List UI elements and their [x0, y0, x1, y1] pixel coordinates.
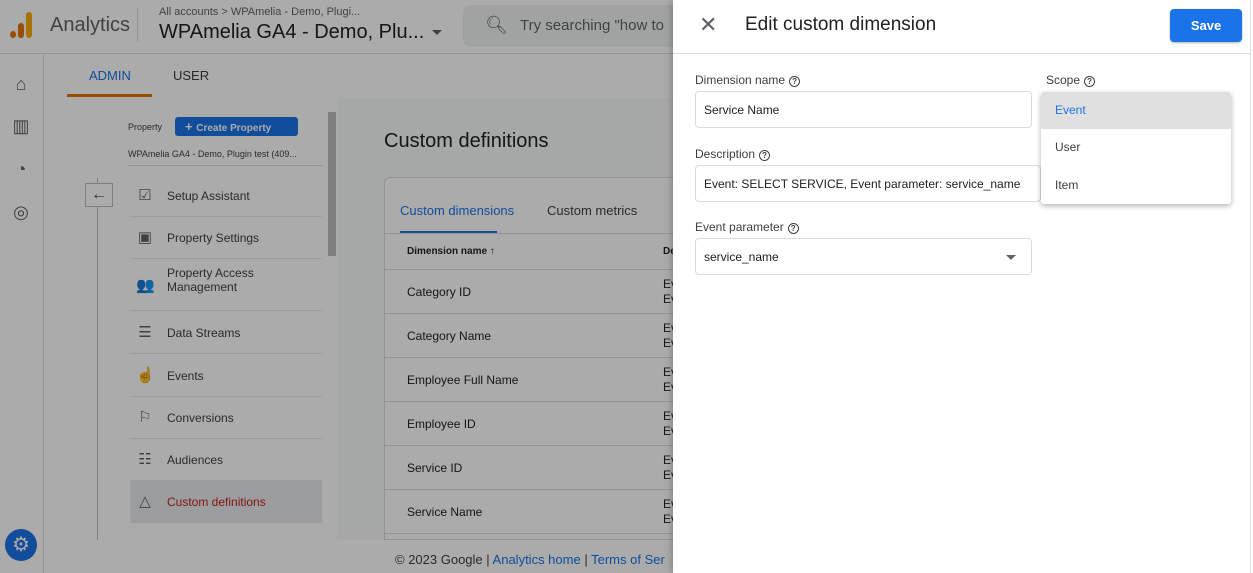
help-icon[interactable]: ?: [759, 150, 771, 161]
description-input[interactable]: Event: SELECT SERVICE, Event parameter: …: [695, 165, 1041, 202]
scope-option-item[interactable]: Item: [1041, 167, 1231, 204]
chevron-down-icon: [1006, 255, 1016, 260]
event-parameter-select[interactable]: service_name: [695, 238, 1032, 275]
scope-option-user[interactable]: User: [1041, 129, 1231, 166]
drawer-header: ✕ Edit custom dimension Save: [673, 0, 1250, 54]
dimension-name-input[interactable]: Service Name: [695, 91, 1032, 128]
scope-dropdown-menu: Event User Item: [1041, 92, 1231, 204]
close-icon[interactable]: ✕: [699, 12, 717, 38]
drawer-title: Edit custom dimension: [745, 14, 937, 35]
save-button[interactable]: Save: [1170, 9, 1242, 42]
dimension-name-label: Dimension name?: [695, 73, 801, 87]
scope-option-event[interactable]: Event: [1041, 92, 1231, 129]
help-icon[interactable]: ?: [787, 223, 799, 234]
event-parameter-value: service_name: [704, 250, 779, 264]
help-icon[interactable]: ?: [789, 76, 801, 87]
modal-scrim[interactable]: [0, 0, 673, 573]
help-icon[interactable]: ?: [1084, 76, 1096, 87]
event-parameter-label: Event parameter?: [695, 220, 799, 234]
edit-dimension-drawer: ✕ Edit custom dimension Save Dimension n…: [673, 0, 1253, 573]
scope-label: Scope?: [1046, 73, 1096, 87]
description-label: Description?: [695, 147, 771, 161]
scrollbar[interactable]: [1250, 0, 1251, 573]
